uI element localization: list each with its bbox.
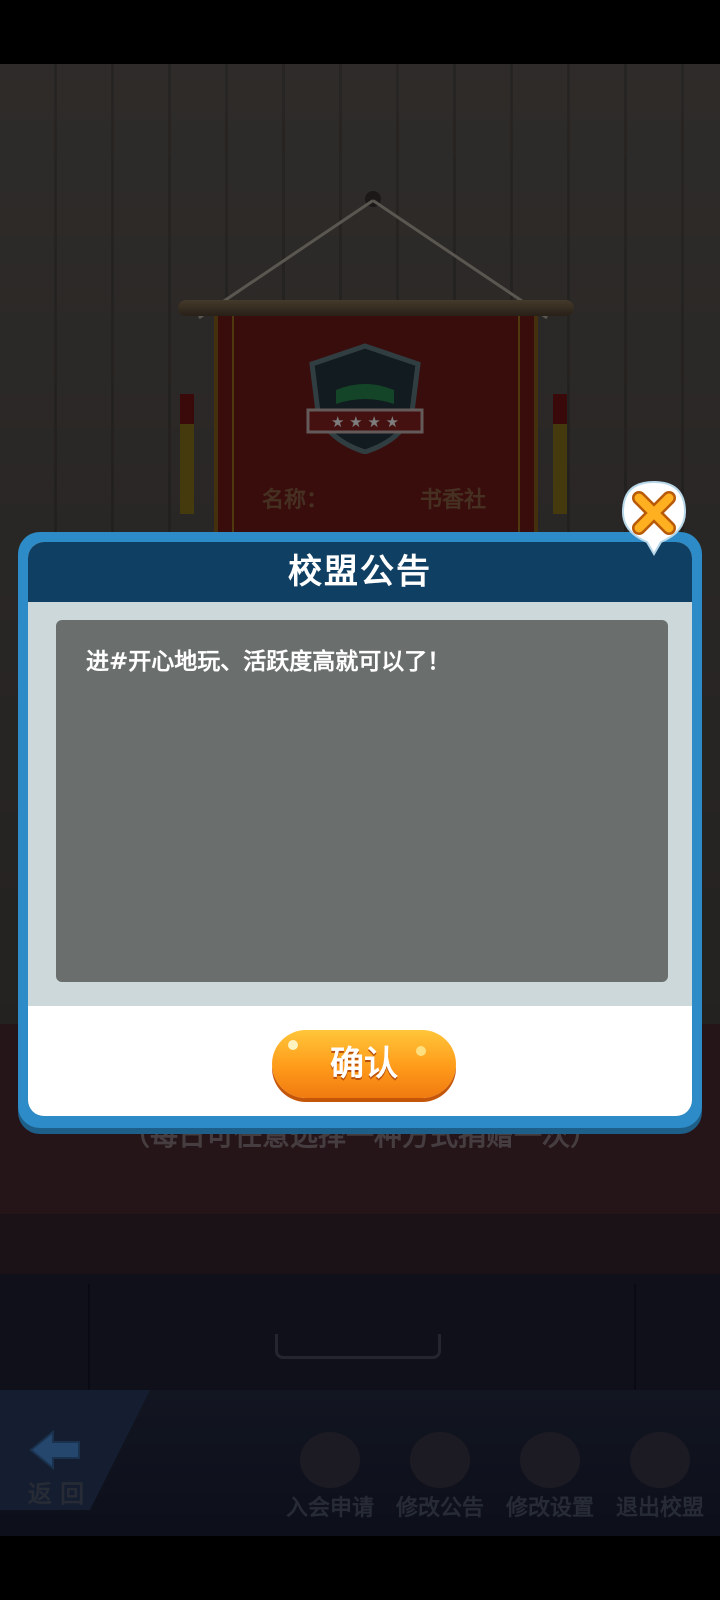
dialog-title: 校盟公告 [288,552,432,592]
announcement-dialog: 校盟公告 进#开心地玩、活跃度高就可以了！ 确认 [18,532,702,1128]
game-screen: ★ ★ ★ ★ 名称： 书香社 （每日可任意选择一种方式捐赠一次） 返 回 入会… [0,0,720,1600]
confirm-label: 确认 [330,1045,398,1083]
status-bar [0,0,720,64]
button-shine [288,1040,298,1050]
confirm-button[interactable]: 确认 [272,1030,456,1098]
close-button[interactable] [621,480,687,556]
notice-textbox: 进#开心地玩、活跃度高就可以了！ [56,620,668,982]
button-shine-2 [416,1046,426,1056]
dialog-header: 校盟公告 [28,542,692,602]
dialog-panel: 校盟公告 进#开心地玩、活跃度高就可以了！ 确认 [28,542,692,1116]
close-icon [621,480,687,556]
notice-text: 进#开心地玩、活跃度高就可以了！ [86,649,451,675]
